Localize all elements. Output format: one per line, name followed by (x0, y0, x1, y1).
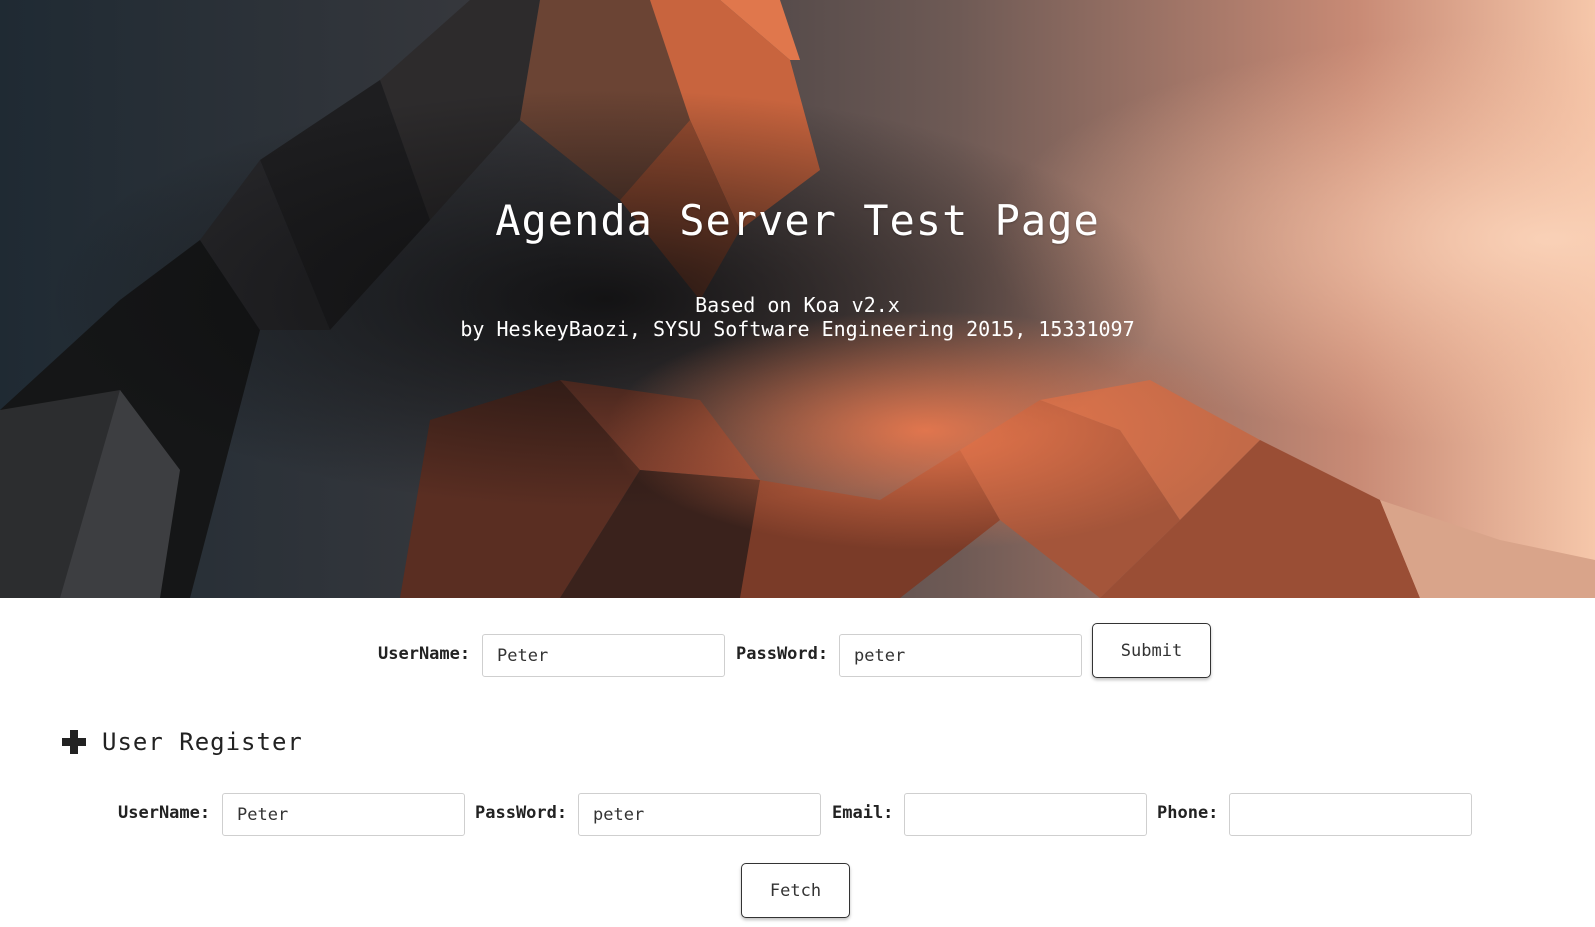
page-title: Agenda Server Test Page (495, 196, 1100, 245)
register-phone-label: Phone: (1157, 803, 1219, 823)
register-username-input[interactable] (222, 793, 465, 836)
plus-icon (62, 730, 86, 754)
login-password-input[interactable] (839, 634, 1082, 677)
subtitle-framework: Based on Koa v2.x (695, 293, 900, 317)
register-username-label: UserName: (118, 803, 211, 823)
register-password-input[interactable] (578, 793, 821, 836)
fetch-button[interactable]: Fetch (741, 863, 850, 918)
hero-banner: Agenda Server Test Page Based on Koa v2.… (0, 0, 1595, 598)
register-email-label: Email: (832, 803, 894, 823)
user-register-toggle[interactable]: User Register (62, 724, 303, 760)
register-email-input[interactable] (904, 793, 1147, 836)
subtitle-author: by HeskeyBaozi, SYSU Software Engineerin… (460, 317, 1135, 341)
login-username-label: UserName: (378, 644, 471, 664)
login-password-label: PassWord: (736, 644, 829, 664)
login-username-input[interactable] (482, 634, 725, 677)
register-phone-input[interactable] (1229, 793, 1472, 836)
user-register-title: User Register (102, 728, 303, 756)
submit-button[interactable]: Submit (1092, 623, 1211, 678)
register-password-label: PassWord: (475, 803, 568, 823)
